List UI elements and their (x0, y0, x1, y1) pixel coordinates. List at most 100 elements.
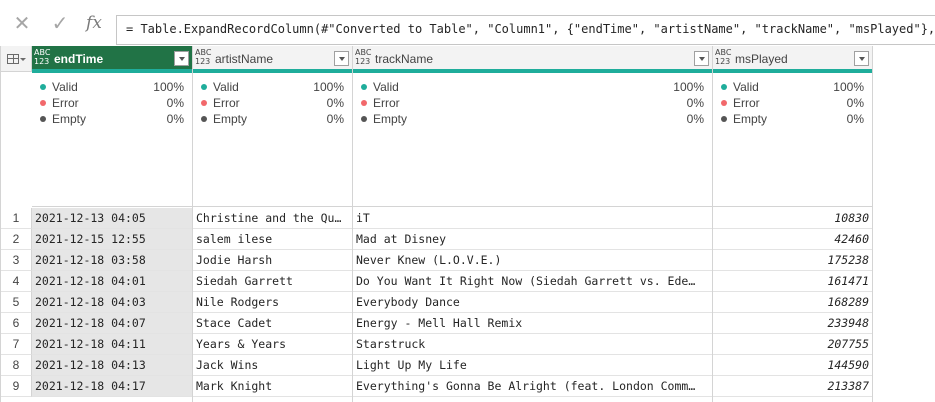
type-label-top: ABC (355, 48, 372, 57)
quality-empty-value: 0% (686, 112, 704, 126)
quality-empty-row: Empty 0% (193, 111, 352, 127)
table-cell[interactable]: Mad at Disney (353, 229, 712, 250)
table-cell[interactable]: 213387 (713, 376, 872, 397)
row-number[interactable]: 5 (1, 292, 32, 313)
column-quality-panel: Valid 100% Error 0% Empty 0% (353, 73, 712, 207)
empty-dot-icon (201, 116, 207, 122)
quality-label: Valid (52, 80, 78, 94)
fx-icon[interactable]: fx (80, 10, 108, 36)
quality-label: Valid (733, 80, 759, 94)
table-cell[interactable]: Jodie Harsh (193, 250, 352, 271)
any-type-icon[interactable]: ABC 123 (355, 48, 373, 66)
quality-empty-value: 0% (166, 112, 184, 126)
table-cell[interactable]: 2021-12-18 04:13 (32, 355, 192, 376)
table-cell[interactable]: Never Knew (L.O.V.E.) (353, 250, 712, 271)
quality-label: Empty (52, 112, 87, 126)
quality-label: Valid (213, 80, 239, 94)
data-grid: ABC 123 endTime Valid 100% Error 0% Empty 0% 2021… (0, 46, 873, 402)
quality-valid-row: Valid 100% (193, 79, 352, 95)
table-cell[interactable]: Everything's Gonna Be Alright (feat. Lon… (353, 376, 712, 397)
quality-label: Empty (373, 112, 408, 126)
table-cell[interactable]: Jack Wins (193, 355, 352, 376)
table-cell[interactable]: 233948 (713, 313, 872, 334)
valid-dot-icon (361, 84, 367, 90)
column-header-label: endTime (54, 52, 104, 66)
table-cell[interactable]: Energy - Mell Hall Remix (353, 313, 712, 334)
any-type-icon[interactable]: ABC 123 (715, 48, 733, 66)
table-cell[interactable]: 2021-12-13 04:05 (32, 208, 192, 229)
table-cell[interactable]: 144590 (713, 355, 872, 376)
quality-error-value: 0% (686, 96, 704, 110)
type-label-top: ABC (195, 48, 212, 57)
filter-dropdown-button[interactable] (694, 51, 709, 66)
table-cell[interactable]: 168289 (713, 292, 872, 313)
column-header-label: artistName (215, 52, 274, 66)
table-cell[interactable]: 2021-12-18 04:01 (32, 271, 192, 292)
table-cell[interactable]: 175238 (713, 250, 872, 271)
column-header-label: msPlayed (735, 52, 788, 66)
table-cell[interactable]: Nile Rodgers (193, 292, 352, 313)
table-cell[interactable]: 2021-12-18 04:11 (32, 334, 192, 355)
valid-dot-icon (721, 84, 727, 90)
quality-label: Empty (733, 112, 768, 126)
quality-label: Error (373, 96, 400, 110)
quality-label: Error (733, 96, 760, 110)
column-artistName: ABC 123 artistName Valid 100% Error 0% Empty 0% C… (193, 46, 353, 402)
any-type-icon[interactable]: ABC 123 (195, 48, 213, 66)
column-header-label: trackName (375, 52, 434, 66)
type-label-top: ABC (715, 48, 732, 57)
table-cell[interactable]: salem ilese (193, 229, 352, 250)
row-number[interactable]: 8 (1, 355, 32, 376)
filter-dropdown-button[interactable] (854, 51, 869, 66)
row-number[interactable]: 4 (1, 271, 32, 292)
table-cell[interactable]: Siedah Garrett (193, 271, 352, 292)
chevron-down-icon (338, 56, 345, 61)
quality-error-value: 0% (326, 96, 344, 110)
cancel-icon[interactable]: ✕ (8, 10, 36, 36)
valid-dot-icon (201, 84, 207, 90)
filter-dropdown-button[interactable] (174, 51, 189, 66)
formula-input[interactable]: = Table.ExpandRecordColumn(#"Converted t… (116, 15, 935, 45)
table-menu-button[interactable] (1, 46, 32, 72)
table-cell[interactable]: Do You Want It Right Now (Siedah Garrett… (353, 271, 712, 292)
table-cell[interactable]: 161471 (713, 271, 872, 292)
formula-bar: ✕ ✓ fx = Table.ExpandRecordColumn(#"Conv… (0, 0, 935, 45)
row-number[interactable]: 3 (1, 250, 32, 271)
row-number[interactable]: 6 (1, 313, 32, 334)
quality-error-value: 0% (846, 96, 864, 110)
type-label-bottom: 123 (715, 57, 731, 66)
valid-dot-icon (40, 84, 46, 90)
quality-error-row: Error 0% (353, 95, 712, 111)
table-cell[interactable]: 2021-12-18 04:03 (32, 292, 192, 313)
table-cell[interactable]: Mark Knight (193, 376, 352, 397)
row-number[interactable]: 1 (1, 208, 32, 229)
table-cell[interactable]: 2021-12-18 04:17 (32, 376, 192, 397)
table-cell[interactable]: Everybody Dance (353, 292, 712, 313)
quality-empty-row: Empty 0% (32, 111, 192, 127)
table-cell[interactable]: Light Up My Life (353, 355, 712, 376)
any-type-icon[interactable]: ABC 123 (34, 48, 52, 66)
table-cell[interactable]: Years & Years (193, 334, 352, 355)
table-cell[interactable]: iT (353, 208, 712, 229)
table-cell[interactable]: 2021-12-18 04:07 (32, 313, 192, 334)
table-cell[interactable]: 2021-12-15 12:55 (32, 229, 192, 250)
quality-valid-value: 100% (833, 80, 864, 94)
chevron-down-icon (858, 56, 865, 61)
row-number[interactable]: 2 (1, 229, 32, 250)
quality-label: Empty (213, 112, 248, 126)
table-cell[interactable]: Christine and the Qu… (193, 208, 352, 229)
table-cell[interactable]: Stace Cadet (193, 313, 352, 334)
type-label-bottom: 123 (355, 57, 371, 66)
quality-error-row: Error 0% (32, 95, 192, 111)
row-number[interactable]: 9 (1, 376, 32, 397)
table-cell[interactable]: Starstruck (353, 334, 712, 355)
table-cell[interactable]: 42460 (713, 229, 872, 250)
filter-dropdown-button[interactable] (334, 51, 349, 66)
row-number[interactable]: 7 (1, 334, 32, 355)
commit-icon[interactable]: ✓ (46, 10, 74, 36)
table-cell[interactable]: 10830 (713, 208, 872, 229)
quality-empty-value: 0% (846, 112, 864, 126)
table-cell[interactable]: 2021-12-18 03:58 (32, 250, 192, 271)
table-cell[interactable]: 207755 (713, 334, 872, 355)
column-quality-panel: Valid 100% Error 0% Empty 0% (713, 73, 872, 207)
